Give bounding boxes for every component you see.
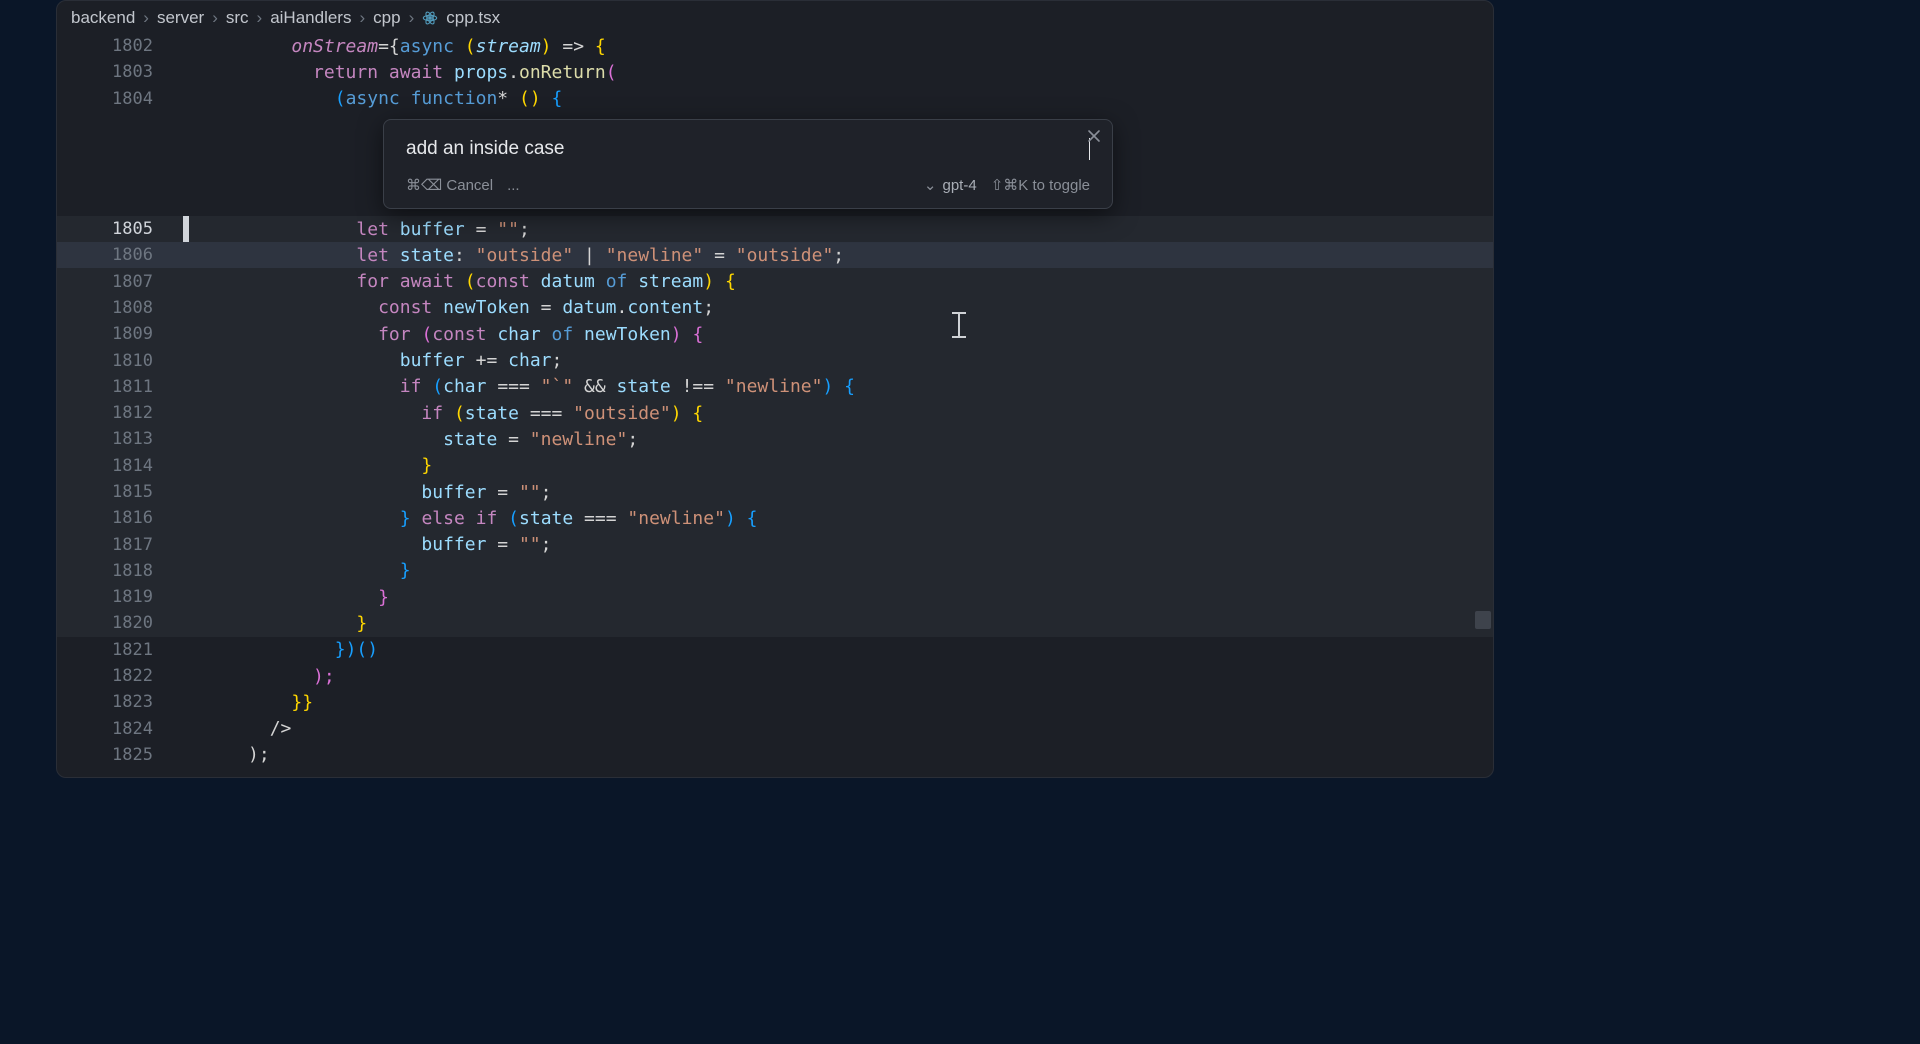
line-number: 1814 bbox=[57, 456, 183, 476]
code-line[interactable]: 1811 if (char === "`" && state !== "newl… bbox=[57, 374, 1493, 400]
line-number: 1805 bbox=[57, 219, 183, 239]
scrollbar-thumb[interactable] bbox=[1475, 611, 1491, 629]
code-line[interactable]: 1815 buffer = ""; bbox=[57, 479, 1493, 505]
more-options[interactable]: ... bbox=[507, 177, 520, 194]
code-line[interactable]: 1806 let state: "outside" | "newline" = … bbox=[57, 242, 1493, 268]
line-number: 1824 bbox=[57, 719, 183, 739]
code-line[interactable]: 1824 /> bbox=[57, 716, 1493, 742]
code-line[interactable]: 1813 state = "newline"; bbox=[57, 426, 1493, 452]
code-line[interactable]: 1821 })() bbox=[57, 637, 1493, 663]
breadcrumb-file[interactable]: cpp.tsx bbox=[446, 8, 500, 28]
code-line[interactable]: 1822 ); bbox=[57, 663, 1493, 689]
line-number: 1812 bbox=[57, 403, 183, 423]
line-number: 1816 bbox=[57, 508, 183, 528]
line-number: 1809 bbox=[57, 324, 183, 344]
code-line[interactable]: 1814 } bbox=[57, 453, 1493, 479]
code-line[interactable]: 1817 buffer = ""; bbox=[57, 531, 1493, 557]
code-line[interactable]: 1820 } bbox=[57, 610, 1493, 636]
code-line[interactable]: 1805 let buffer = ""; bbox=[57, 216, 1493, 242]
react-file-icon bbox=[422, 10, 438, 26]
line-number: 1804 bbox=[57, 89, 183, 109]
cursor-line-marker bbox=[183, 216, 189, 242]
line-number: 1820 bbox=[57, 613, 183, 633]
breadcrumb-part[interactable]: src bbox=[226, 8, 249, 28]
line-number: 1803 bbox=[57, 62, 183, 82]
line-number: 1806 bbox=[57, 245, 183, 265]
code-line[interactable]: 1803 return await props.onReturn( bbox=[57, 59, 1493, 85]
code-line[interactable]: 1808 const newToken = datum.content; bbox=[57, 295, 1493, 321]
breadcrumb: backend › server › src › aiHandlers › cp… bbox=[57, 1, 1493, 31]
line-number: 1822 bbox=[57, 666, 183, 686]
breadcrumb-sep: › bbox=[257, 8, 263, 28]
code-line[interactable]: 1804 (async function* () { bbox=[57, 86, 1493, 112]
breadcrumb-part[interactable]: aiHandlers bbox=[270, 8, 351, 28]
ai-prompt-input[interactable]: add an inside case bbox=[406, 138, 1088, 160]
line-number: 1818 bbox=[57, 561, 183, 581]
breadcrumb-part[interactable]: cpp bbox=[373, 8, 400, 28]
code-line[interactable]: 1823 }} bbox=[57, 689, 1493, 715]
chevron-down-icon: ⌄ bbox=[924, 176, 937, 194]
line-number: 1823 bbox=[57, 692, 183, 712]
code-line[interactable]: 1810 buffer += char; bbox=[57, 347, 1493, 373]
line-number: 1813 bbox=[57, 429, 183, 449]
code-line[interactable]: 1807 for await (const datum of stream) { bbox=[57, 268, 1493, 294]
ai-command-popup: add an inside case ⌘⌫ Cancel ... ⌄ gpt-4… bbox=[383, 119, 1113, 209]
close-icon[interactable] bbox=[1086, 128, 1102, 144]
line-number: 1825 bbox=[57, 745, 183, 765]
breadcrumb-sep: › bbox=[212, 8, 218, 28]
code-line[interactable]: 1816 } else if (state === "newline") { bbox=[57, 505, 1493, 531]
breadcrumb-sep: › bbox=[359, 8, 365, 28]
line-number: 1817 bbox=[57, 535, 183, 555]
line-number: 1821 bbox=[57, 640, 183, 660]
editor-window: backend › server › src › aiHandlers › cp… bbox=[56, 0, 1494, 778]
code-line[interactable]: 1802 onStream={async (stream) => { bbox=[57, 33, 1493, 59]
line-number: 1811 bbox=[57, 377, 183, 397]
code-line[interactable]: 1825 ); bbox=[57, 742, 1493, 768]
breadcrumb-sep: › bbox=[409, 8, 415, 28]
code-line[interactable]: 1818 } bbox=[57, 558, 1493, 584]
line-number: 1810 bbox=[57, 351, 183, 371]
line-number: 1802 bbox=[57, 36, 183, 56]
breadcrumb-sep: › bbox=[143, 8, 149, 28]
toggle-hint: ⇧⌘K to toggle bbox=[991, 176, 1090, 194]
breadcrumb-part[interactable]: server bbox=[157, 8, 204, 28]
code-line[interactable]: 1819 } bbox=[57, 584, 1493, 610]
line-number: 1808 bbox=[57, 298, 183, 318]
cancel-button[interactable]: ⌘⌫ Cancel bbox=[406, 176, 493, 194]
line-number: 1807 bbox=[57, 272, 183, 292]
code-line[interactable]: 1809 for (const char of newToken) { bbox=[57, 321, 1493, 347]
line-number: 1819 bbox=[57, 587, 183, 607]
code-line[interactable]: 1812 if (state === "outside") { bbox=[57, 400, 1493, 426]
breadcrumb-part[interactable]: backend bbox=[71, 8, 135, 28]
line-number: 1815 bbox=[57, 482, 183, 502]
model-selector[interactable]: ⌄ gpt-4 bbox=[924, 176, 977, 194]
